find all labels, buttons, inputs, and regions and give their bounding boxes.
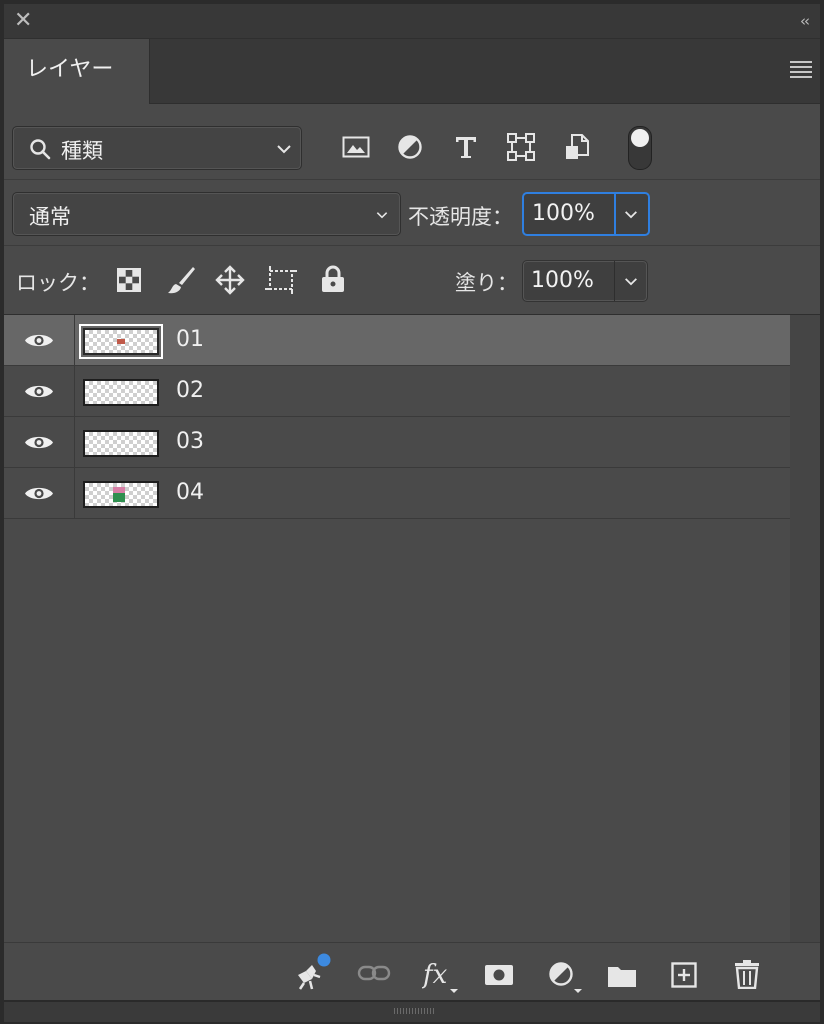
layer-row-03[interactable]: 03 xyxy=(4,417,790,468)
chevron-down-icon xyxy=(376,212,388,219)
layer-row-01[interactable]: 01 xyxy=(4,315,790,366)
chevron-down-icon[interactable] xyxy=(623,209,639,220)
eye-icon[interactable] xyxy=(24,332,54,349)
layers-panel: ✕ ‹‹ レイヤー 種類 通常 不透明度： 100% ロック： 塗り： 100%… xyxy=(4,4,820,1022)
layer-assist-icon[interactable] xyxy=(292,953,334,993)
svg-text:fx: fx xyxy=(422,960,448,990)
layer-thumbnail xyxy=(83,379,159,406)
panel-resize-footer xyxy=(4,1000,820,1022)
tab-layers[interactable]: レイヤー xyxy=(4,39,150,104)
shape-layer-filter-icon[interactable] xyxy=(507,133,535,161)
lock-transparent-pixels-icon[interactable] xyxy=(117,268,141,292)
collapse-icon[interactable]: ‹‹ xyxy=(800,12,810,30)
bottom-toolbar: fx xyxy=(4,942,820,1001)
new-fill-adjustment-layer-icon[interactable] xyxy=(548,961,584,997)
fx-layer-style-icon[interactable]: fx xyxy=(422,957,462,993)
fill-separator xyxy=(614,261,615,301)
layer-name[interactable]: 03 xyxy=(176,429,204,454)
new-group-folder-icon[interactable] xyxy=(607,964,637,988)
fill-field[interactable]: 100% xyxy=(522,260,648,302)
eye-icon[interactable] xyxy=(24,383,54,400)
panel-menu-icon[interactable] xyxy=(790,61,812,78)
delete-layer-trash-icon[interactable] xyxy=(734,959,760,989)
thumbnail-content xyxy=(113,493,125,502)
filter-kind-dropdown[interactable]: 種類 xyxy=(12,126,302,170)
search-icon xyxy=(30,139,51,160)
fill-label: 塗り： xyxy=(455,271,518,295)
add-mask-icon[interactable] xyxy=(484,964,514,986)
lock-position-move-icon[interactable] xyxy=(214,264,246,296)
layer-list: 01 02 03 04 xyxy=(4,315,790,520)
panel-titlebar: ✕ ‹‹ xyxy=(4,4,820,39)
opacity-separator xyxy=(614,194,616,234)
type-layer-filter-icon[interactable] xyxy=(454,134,478,160)
layer-thumbnail xyxy=(83,430,159,457)
visibility-toggle[interactable] xyxy=(4,468,75,518)
link-layers-icon[interactable] xyxy=(357,964,391,982)
visibility-toggle[interactable] xyxy=(4,315,75,365)
tab-bar: レイヤー xyxy=(4,39,820,104)
opacity-label: 不透明度： xyxy=(408,205,513,229)
toggle-knob xyxy=(631,129,649,147)
layer-row-04[interactable]: 04 xyxy=(4,468,790,519)
layer-thumbnail xyxy=(83,481,159,508)
smart-object-filter-icon[interactable] xyxy=(564,133,590,161)
visibility-toggle[interactable] xyxy=(4,366,75,416)
new-layer-icon[interactable] xyxy=(671,962,697,988)
pixel-layer-filter-icon[interactable] xyxy=(342,136,370,158)
layer-thumbnail xyxy=(79,324,163,359)
thumbnail-content xyxy=(117,339,125,344)
opacity-field[interactable]: 100% xyxy=(522,192,650,236)
chevron-down-icon[interactable] xyxy=(623,276,639,287)
scrollbar-track[interactable] xyxy=(790,315,820,942)
layer-name[interactable]: 02 xyxy=(176,378,204,403)
layer-name[interactable]: 01 xyxy=(176,327,204,352)
lock-label: ロック： xyxy=(16,271,100,295)
lock-image-pixels-brush-icon[interactable] xyxy=(165,264,197,296)
fill-value[interactable]: 100% xyxy=(531,268,594,293)
close-icon[interactable]: ✕ xyxy=(14,10,32,32)
eye-icon[interactable] xyxy=(24,485,54,502)
blend-row: 通常 不透明度： 100% xyxy=(4,180,820,246)
visibility-toggle[interactable] xyxy=(4,417,75,467)
lock-artboard-icon[interactable] xyxy=(265,265,297,295)
eye-icon[interactable] xyxy=(24,434,54,451)
filter-row: 種類 xyxy=(4,104,820,180)
blend-mode-dropdown[interactable]: 通常 xyxy=(12,192,401,236)
lock-row: ロック： 塗り： 100% xyxy=(4,246,820,315)
filter-kind-label: 種類 xyxy=(61,139,103,163)
adjustment-layer-filter-icon[interactable] xyxy=(397,134,423,160)
chevron-down-icon xyxy=(277,145,291,154)
lock-all-icon[interactable] xyxy=(320,264,346,294)
resize-grip-handle[interactable] xyxy=(394,1008,434,1014)
layer-row-02[interactable]: 02 xyxy=(4,366,790,417)
blend-mode-value: 通常 xyxy=(29,205,71,229)
opacity-value[interactable]: 100% xyxy=(532,201,595,226)
filter-toggle-switch[interactable] xyxy=(628,126,652,170)
layer-name[interactable]: 04 xyxy=(176,480,204,505)
